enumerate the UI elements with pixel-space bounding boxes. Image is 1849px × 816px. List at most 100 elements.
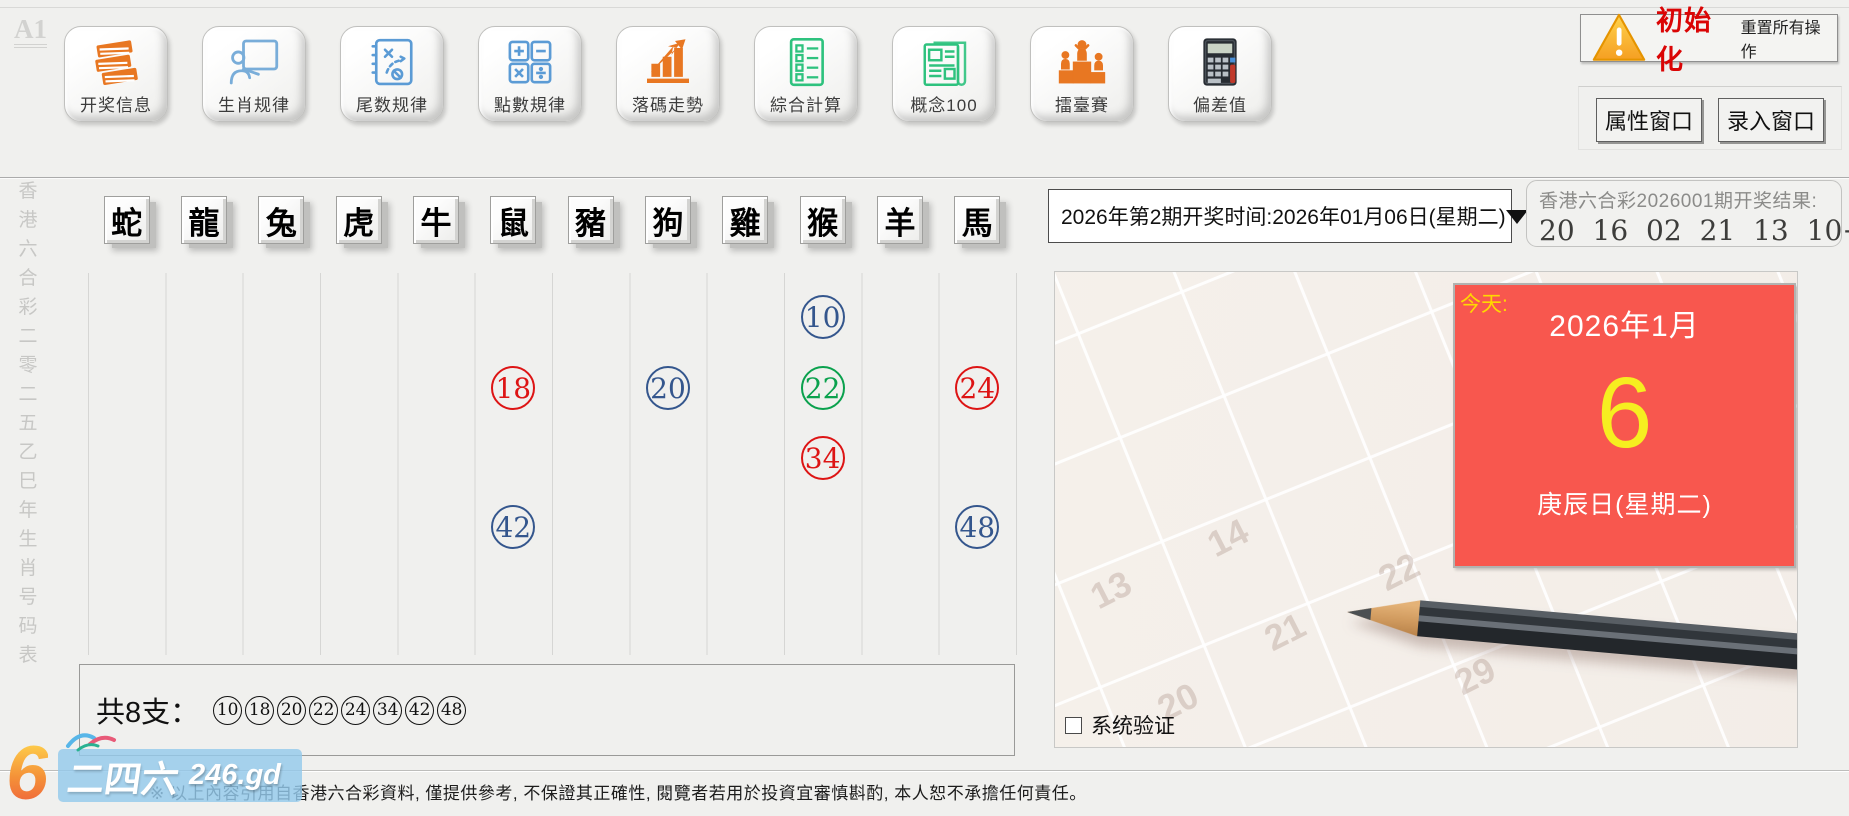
checklist-icon	[778, 33, 834, 91]
last-result-box: 香港六合彩2026001期开奖结果: 20 16 02 21 13 10+14	[1526, 180, 1849, 247]
zodiac-tab[interactable]: 豬	[567, 196, 614, 244]
warning-triangle-icon	[1591, 13, 1647, 61]
last-result-title: 香港六合彩2026001期开奖结果:	[1539, 191, 1818, 212]
watermark-domain: 246.gd	[189, 759, 281, 791]
corner-label: A1	[14, 16, 47, 48]
side-caption-char: 六	[18, 239, 38, 260]
toolbar-button[interactable]: 尾数规律	[340, 26, 444, 122]
init-button[interactable]: 初始化 重置所有操作	[1580, 6, 1838, 75]
today-label: 今天:	[1460, 293, 1508, 316]
grid-number: 48	[955, 505, 1000, 549]
side-caption-char: 零	[18, 355, 38, 376]
summary-number: 48	[437, 695, 467, 725]
side-caption-char: 码	[18, 616, 38, 637]
top-divider	[0, 7, 1849, 8]
side-caption-char: 乙	[18, 442, 38, 463]
zodiac-tab[interactable]: 龍	[180, 196, 227, 244]
grid-number: 18	[491, 366, 536, 410]
chevron-down-icon[interactable]	[1505, 209, 1528, 235]
toolbar-button[interactable]: 擂臺賽	[1030, 26, 1134, 122]
side-caption: 香港六合彩二零二五乙巳年生肖号码表	[17, 182, 39, 665]
summary-number: 42	[405, 695, 435, 725]
toolbar-button[interactable]: 偏差值	[1168, 26, 1272, 122]
side-caption-char: 彩	[18, 297, 38, 318]
side-caption-char: 二	[18, 384, 38, 405]
toolbar-button[interactable]: 點數規律	[478, 26, 582, 122]
toolbar-button[interactable]: 开奖信息	[64, 26, 168, 122]
grid-number: 20	[645, 366, 690, 410]
toolbar-button[interactable]: 綜合計算	[754, 26, 858, 122]
summary-number: 22	[309, 695, 339, 725]
init-button-label: 初始化	[1656, 6, 1712, 75]
side-caption-char: 港	[18, 210, 38, 231]
presenter-icon	[226, 33, 282, 91]
side-caption-char: 香	[18, 181, 38, 202]
zodiac-tab[interactable]: 蛇	[103, 196, 150, 244]
zodiac-tab[interactable]: 馬	[954, 196, 1001, 244]
toolbar-button-label: 开奖信息	[80, 96, 152, 115]
side-caption-char: 巳	[18, 471, 38, 492]
checkbox-icon[interactable]	[1065, 716, 1082, 734]
zodiac-number-grid: 10 18 20 22 24 34 42 48	[88, 273, 1017, 655]
entry-window-button[interactable]: 录入窗口	[1718, 98, 1824, 142]
calendar-panel: 13 14 20 21 22 29 今天: 2026年1月 6 庚辰日(星期二) 系统验证	[1054, 271, 1798, 748]
toolbar-button-label: 生肖规律	[218, 96, 290, 115]
summary-number: 20	[277, 695, 307, 725]
side-caption-char: 生	[18, 529, 38, 550]
toolbar-button-label: 概念100	[910, 96, 978, 115]
toolbar-button[interactable]: 生肖规律	[202, 26, 306, 122]
summary-number: 10	[213, 695, 243, 725]
toolbar-button-label: 落碼走勢	[632, 96, 704, 115]
last-result-numbers: 20 16 02 21 13 10+14	[1539, 214, 1849, 247]
toolbar-button-label: 綜合計算	[770, 96, 842, 115]
system-verify-checkbox[interactable]: 系统验证	[1065, 710, 1175, 740]
toolbar-button[interactable]: 落碼走勢	[616, 26, 720, 122]
podium-icon	[1054, 33, 1110, 91]
side-caption-char: 二	[18, 326, 38, 347]
side-caption-char: 五	[18, 413, 38, 434]
side-caption-char: 表	[18, 645, 38, 666]
playbook-icon	[364, 33, 420, 91]
grid-number: 10	[800, 295, 845, 339]
toolbar-button-label: 尾数规律	[356, 96, 428, 115]
toolbar-button-label: 偏差值	[1193, 96, 1247, 115]
init-button-sublabel: 重置所有操作	[1740, 20, 1821, 61]
toolbar-button-label: 擂臺賽	[1055, 96, 1109, 115]
bar-chart-icon	[640, 33, 696, 91]
summary-numbers: 10 18 20 22 24 34 42 48	[213, 695, 467, 725]
side-caption-char: 号	[18, 587, 38, 608]
zodiac-tab[interactable]: 虎	[335, 196, 382, 244]
newspaper-icon	[916, 33, 972, 91]
calculator-icon	[1192, 33, 1248, 91]
zodiac-tab[interactable]: 猴	[799, 196, 846, 244]
watermark-swish-decoration	[64, 728, 134, 759]
calendar-day-info: 庚辰日(星期二)	[1537, 491, 1712, 519]
side-caption-char: 肖	[18, 558, 38, 579]
zodiac-tab[interactable]: 雞	[722, 196, 769, 244]
summary-number: 34	[373, 695, 403, 725]
grid-number: 42	[491, 505, 536, 549]
side-caption-char: 合	[18, 268, 38, 289]
zodiac-tab[interactable]: 鼠	[490, 196, 537, 244]
watermark-logo: 6	[6, 731, 49, 816]
zodiac-tab[interactable]: 牛	[412, 196, 459, 244]
calendar-day: 6	[1596, 357, 1653, 469]
books-icon	[88, 33, 144, 91]
grid-number: 34	[800, 436, 845, 480]
summary-box: 共8支： 10 18 20 22 24 34 42 48	[79, 664, 1015, 756]
grid-number: 24	[955, 366, 1000, 410]
zodiac-tab[interactable]: 狗	[644, 196, 691, 244]
zodiac-tab[interactable]: 羊	[876, 196, 923, 244]
summary-number: 18	[245, 695, 275, 725]
grid-number: 22	[800, 366, 845, 410]
period-dropdown-value: 2026年第2期开奖时间:2026年01月06日(星期二)	[1061, 206, 1506, 229]
summary-label: 共8支：	[96, 697, 200, 729]
toolbar-button[interactable]: 概念100	[892, 26, 996, 122]
system-verify-label: 系统验证	[1091, 715, 1175, 738]
properties-window-button[interactable]: 属性窗口	[1596, 98, 1702, 142]
zodiac-tab[interactable]: 兔	[258, 196, 305, 244]
window-buttons-panel: 属性窗口 录入窗口	[1578, 86, 1842, 150]
period-dropdown[interactable]: 2026年第2期开奖时间:2026年01月06日(星期二)	[1048, 189, 1528, 243]
toolbar-button-label: 點數規律	[494, 96, 566, 115]
toolbar-separator	[0, 177, 1849, 179]
